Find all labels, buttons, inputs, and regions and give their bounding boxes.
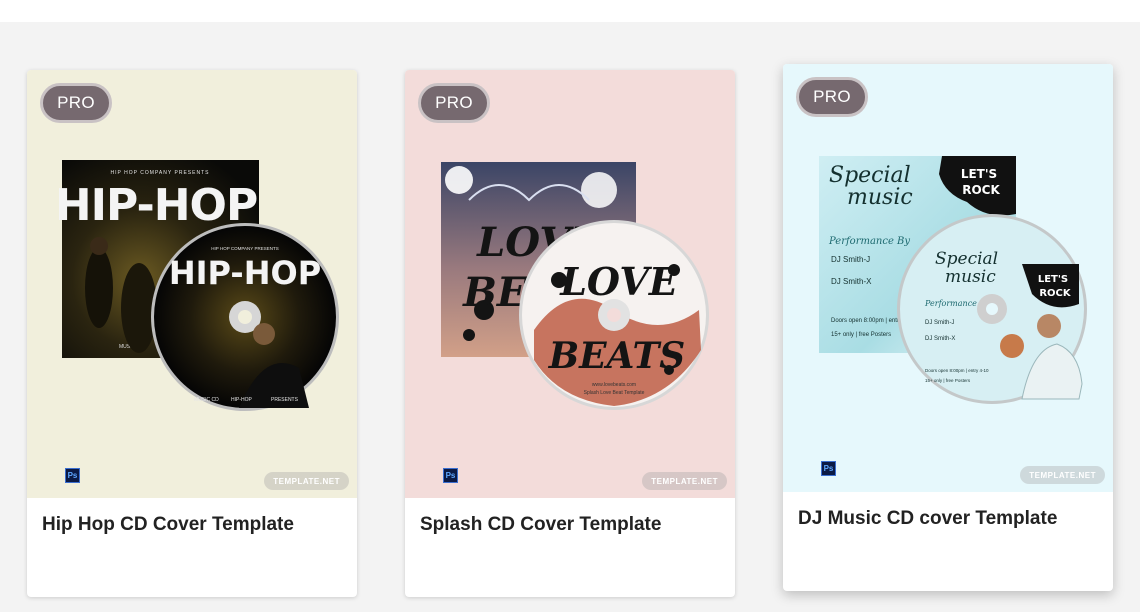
disc-presents-text: HIP HOP COMPANY PRESENTS (211, 246, 278, 251)
pro-badge: PRO (418, 83, 490, 123)
template-thumbnail[interactable]: PRO HIP HOP COMPANY PRESENTS HIP-HOP MUS… (27, 70, 357, 498)
template-thumbnail[interactable]: PRO Special music LET'S ROCK Performance… (783, 64, 1113, 492)
template-watermark: TEMPLATE.NET (1020, 466, 1105, 484)
disc-caption-text: Splash Love Beat Template (584, 390, 645, 396)
template-thumbnail[interactable]: PRO LOVE BEATS (405, 70, 735, 498)
cd-cover-artwork: HIP HOP COMPANY PRESENTS HIP-HOP MUSIC C… (59, 160, 339, 411)
disc-music-text: music (945, 267, 996, 287)
cover-rock-text: ROCK (962, 183, 1000, 197)
photoshop-icon: Ps (443, 468, 458, 483)
template-title[interactable]: Hip Hop CD Cover Template (42, 514, 294, 536)
template-title[interactable]: DJ Music CD cover Template (798, 508, 1057, 530)
disc-title-text: HIP-HOP (169, 254, 321, 292)
cover-music-text: music (847, 185, 913, 210)
disc-doors-text: Doors open 8:00pm | entry 4-10 (925, 368, 989, 373)
photoshop-icon: Ps (65, 468, 80, 483)
disc-title-love: LOVE (559, 259, 679, 304)
disc-dj1-text: DJ Smith-J (925, 320, 954, 326)
top-bar (0, 0, 1140, 22)
template-watermark: TEMPLATE.NET (642, 472, 727, 490)
disc-rock-text: ROCK (1039, 288, 1072, 299)
cover-title-text: HIP-HOP (59, 180, 257, 231)
disc-footer-1: MUSIC CD (194, 397, 219, 403)
cd-cover-artwork: LOVE BEATS LOVE BEATS www.lovebeats.com … (441, 162, 709, 410)
cover-lets-text: LET'S (961, 167, 997, 181)
cd-cover-artwork: Special music LET'S ROCK Performance By … (819, 156, 1087, 404)
disc-performance-text: Performance B (924, 299, 985, 308)
template-watermark: TEMPLATE.NET (264, 472, 349, 490)
disc-dj2-text: DJ Smith-X (925, 336, 955, 342)
disc-url-text: www.lovebeats.com (592, 382, 636, 388)
disc-title-beats: BEATS (548, 335, 686, 377)
disc-entry-text: 15+ only | free Posters (925, 378, 971, 383)
cover-entry-text: 15+ only | free Posters (831, 332, 891, 338)
pro-badge: PRO (796, 77, 868, 117)
cover-dj1-text: DJ Smith-J (831, 255, 870, 264)
disc-footer-3: PRESENTS (271, 397, 299, 403)
disc-lets-text: LET'S (1038, 274, 1068, 285)
cover-performance-text: Performance By (828, 236, 910, 247)
template-title[interactable]: Splash CD Cover Template (420, 514, 661, 536)
cover-presents-text: HIP HOP COMPANY PRESENTS (111, 170, 210, 176)
disc-footer-2: HIP-HOP (231, 397, 253, 403)
photoshop-icon: Ps (821, 461, 836, 476)
cover-dj2-text: DJ Smith-X (831, 277, 872, 286)
template-card-dj-music[interactable]: PRO Special music LET'S ROCK Performance… (783, 64, 1113, 591)
pro-badge: PRO (40, 83, 112, 123)
template-card-splash[interactable]: PRO LOVE BEATS (405, 70, 735, 597)
disc-special-text: Special (935, 249, 998, 269)
template-card-hip-hop[interactable]: PRO HIP HOP COMPANY PRESENTS HIP-HOP MUS… (27, 70, 357, 597)
